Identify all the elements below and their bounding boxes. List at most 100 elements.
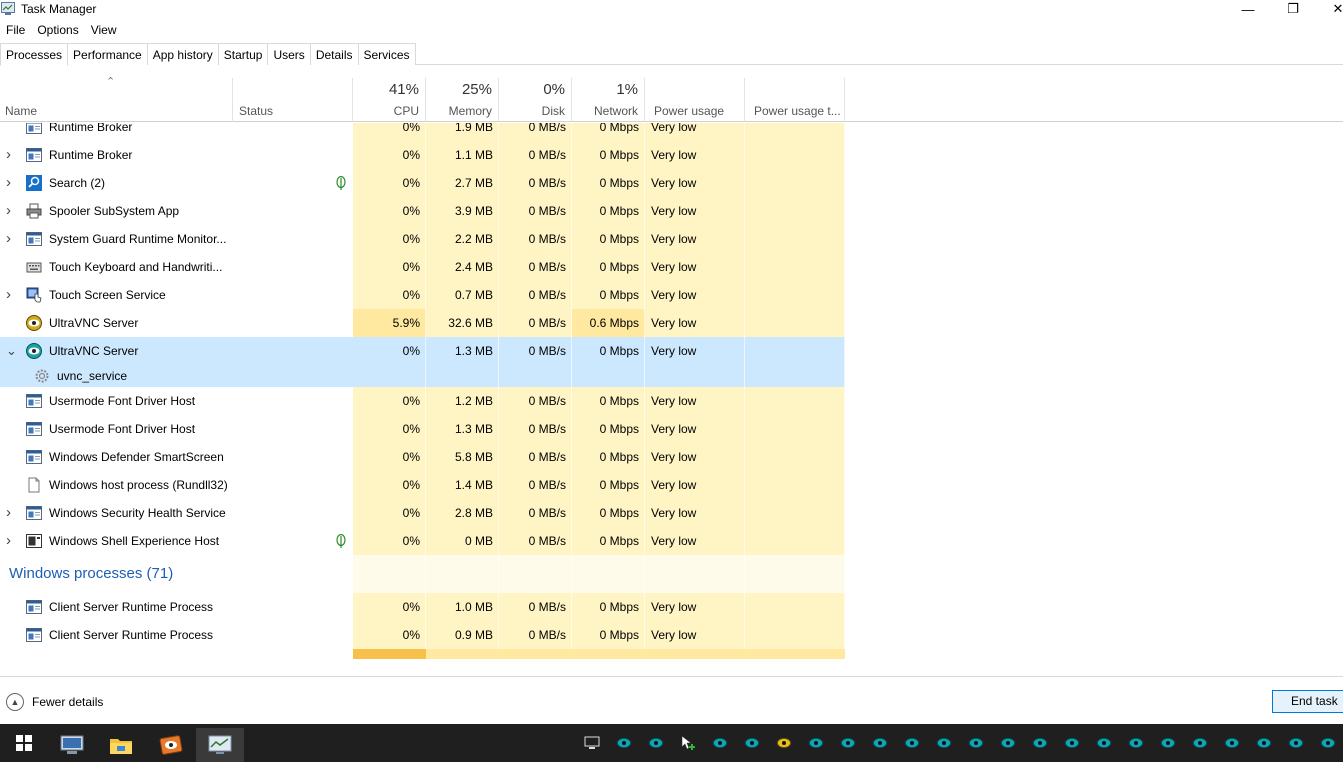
start-button[interactable] xyxy=(0,724,48,762)
expand-chevron-icon[interactable]: › xyxy=(6,197,18,225)
process-row[interactable]: › System Guard Runtime Monitor... 0% 2.2 MB… xyxy=(0,225,1343,253)
column-name[interactable]: ⌃ Name xyxy=(0,76,233,122)
tab-performance[interactable]: Performance xyxy=(67,43,148,65)
tab-processes[interactable]: Processes xyxy=(0,43,69,66)
vnc-eye-button[interactable] xyxy=(1184,724,1216,762)
power-value: Very low xyxy=(651,232,697,246)
menu-view[interactable]: View xyxy=(85,21,123,39)
network-value: 0 Mbps xyxy=(599,600,639,614)
process-row[interactable]: Touch Keyboard and Handwriti... 0% 2.4 MB 0… xyxy=(0,253,1343,281)
process-row[interactable]: Client Server Runtime Process 0% 0.9 MB 0 M… xyxy=(0,621,1343,649)
close-button[interactable]: ✕ xyxy=(1322,0,1343,18)
vnc-eye-button[interactable] xyxy=(1152,724,1184,762)
tab-users[interactable]: Users xyxy=(267,43,311,65)
expand-chevron-icon[interactable]: › xyxy=(6,499,18,527)
process-row[interactable]: Usermode Font Driver Host 0% 1.3 MB 0 MB/s 0… xyxy=(0,415,1343,443)
vnc-eye-button[interactable] xyxy=(864,724,896,762)
vnc-eye-button[interactable] xyxy=(896,724,928,762)
column-memory[interactable]: 25% Memory xyxy=(426,78,499,122)
column-power-trend[interactable]: Power usage t... xyxy=(745,78,845,122)
network-value: 0 Mbps xyxy=(599,260,639,274)
pointer-add-button[interactable] xyxy=(672,724,704,762)
process-row[interactable]: ⌄ UltraVNC Server 0% 1.3 MB 0 MB/s 0 Mbps Very… xyxy=(0,337,1343,365)
process-row[interactable]: › Runtime Broker 0% 1.1 MB 0 MB/s 0 Mbps Very … xyxy=(0,141,1343,169)
process-row[interactable]: › Touch Screen Service 0% 0.7 MB 0 MB/s 0 Mbp… xyxy=(0,281,1343,309)
vnc-eye-button[interactable] xyxy=(832,724,864,762)
tab-startup[interactable]: Startup xyxy=(217,43,269,65)
service-row[interactable]: uvnc_service xyxy=(0,365,1343,387)
vnc-eye-button[interactable] xyxy=(608,724,640,762)
process-row[interactable]: › Windows Shell Experience Host 0% 0 MB 0 MB… xyxy=(0,527,1343,555)
process-row[interactable]: Windows Defender SmartScreen 0% 5.8 MB 0 MB… xyxy=(0,443,1343,471)
power-value: Very low xyxy=(651,394,697,408)
network-value: 0 Mbps xyxy=(599,176,639,190)
vnc-eye-button[interactable] xyxy=(960,724,992,762)
cpu-value: 0% xyxy=(402,478,420,492)
vnc-eye-button[interactable] xyxy=(800,724,832,762)
process-row[interactable]: Usermode Font Driver Host 0% 1.2 MB 0 MB/s 0… xyxy=(0,387,1343,415)
process-row[interactable]: Windows host process (Rundll32) 0% 1.4 MB 0… xyxy=(0,471,1343,499)
tab-services[interactable]: Services xyxy=(357,43,416,65)
minimize-button[interactable]: — xyxy=(1232,0,1264,18)
column-disk[interactable]: 0% Disk xyxy=(499,78,572,122)
column-network[interactable]: 1% Network xyxy=(572,78,645,122)
vnc-eye-yellow-button[interactable] xyxy=(768,724,800,762)
process-row[interactable]: › Spooler SubSystem App 0% 3.9 MB 0 MB/s 0 Mb… xyxy=(0,197,1343,225)
expand-chevron-icon[interactable]: › xyxy=(6,281,18,309)
vnc-eye-button[interactable] xyxy=(1216,724,1248,762)
column-cpu[interactable]: 41% CPU xyxy=(353,78,426,122)
vnc-eye-button[interactable] xyxy=(928,724,960,762)
expand-chevron-icon[interactable]: › xyxy=(6,141,18,169)
vnc-eye-icon xyxy=(969,738,983,748)
process-row[interactable]: › Windows Security Health Service 0% 2.8 MB… xyxy=(0,499,1343,527)
vnc-eye-icon xyxy=(873,738,887,748)
process-name: Spooler SubSystem App xyxy=(49,204,180,218)
column-power[interactable]: Power usage xyxy=(645,78,745,122)
taskbar-ultravnc-viewer[interactable] xyxy=(147,728,195,762)
vnc-eye-button[interactable] xyxy=(640,724,672,762)
start-icon xyxy=(16,735,32,751)
vnc-eye-button[interactable] xyxy=(1120,724,1152,762)
taskbar-network-app[interactable] xyxy=(48,728,96,762)
disk-value: 0 MB/s xyxy=(528,288,566,302)
vnc-eye-button[interactable] xyxy=(704,724,736,762)
cell-bg-disk xyxy=(499,555,572,593)
process-row[interactable]: › Search (2) 0% 2.7 MB 0 MB/s 0 Mbps Very low xyxy=(0,169,1343,197)
power-value: Very low xyxy=(651,600,697,614)
vnc-eye-button[interactable] xyxy=(1248,724,1280,762)
expand-chevron-icon[interactable]: › xyxy=(6,527,18,555)
menu-options[interactable]: Options xyxy=(31,21,84,39)
process-name: Usermode Font Driver Host xyxy=(49,394,196,408)
process-row[interactable]: UltraVNC Server 5.9% 32.6 MB 0 MB/s 0.6 Mbps… xyxy=(0,309,1343,337)
cell-bg-disk xyxy=(499,365,572,387)
tab-app-history[interactable]: App history xyxy=(146,43,219,65)
network-tray-button[interactable] xyxy=(576,724,608,762)
menu-file[interactable]: File xyxy=(0,21,31,39)
expand-chevron-icon[interactable]: › xyxy=(6,169,18,197)
menu-bar: File Options View xyxy=(0,21,123,39)
vnc-eye-button[interactable] xyxy=(1024,724,1056,762)
collapse-chevron-icon[interactable]: ⌄ xyxy=(6,337,18,365)
vnc-eye-button[interactable] xyxy=(1088,724,1120,762)
process-row[interactable] xyxy=(0,649,1343,659)
vnc-eye-button[interactable] xyxy=(1312,724,1343,762)
tab-details[interactable]: Details xyxy=(309,43,359,65)
column-status[interactable]: Status xyxy=(233,78,353,122)
cpu-value: 0% xyxy=(402,123,420,134)
fewer-details-button[interactable]: ▲ Fewer details xyxy=(6,693,103,711)
restore-icon: ❐ xyxy=(1287,1,1299,16)
restore-button[interactable]: ❐ xyxy=(1277,0,1309,18)
vnc-eye-button[interactable] xyxy=(736,724,768,762)
expand-chevron-icon[interactable]: › xyxy=(6,225,18,253)
process-row[interactable]: Runtime Broker 0% 1.9 MB 0 MB/s 0 Mbps Very l… xyxy=(0,123,1343,141)
vnc-eye-button[interactable] xyxy=(1280,724,1312,762)
disk-value: 0 MB/s xyxy=(528,176,566,190)
vnc-eye-button[interactable] xyxy=(992,724,1024,762)
end-task-button[interactable]: End task xyxy=(1272,690,1343,713)
power-value: Very low xyxy=(651,422,697,436)
vnc-eye-button[interactable] xyxy=(1056,724,1088,762)
group-header-row[interactable]: Windows processes (71) xyxy=(0,555,1343,593)
process-row[interactable]: Client Server Runtime Process 0% 1.0 MB 0 M… xyxy=(0,593,1343,621)
taskbar-task-manager[interactable] xyxy=(196,728,244,762)
taskbar-file-explorer[interactable] xyxy=(97,728,145,762)
